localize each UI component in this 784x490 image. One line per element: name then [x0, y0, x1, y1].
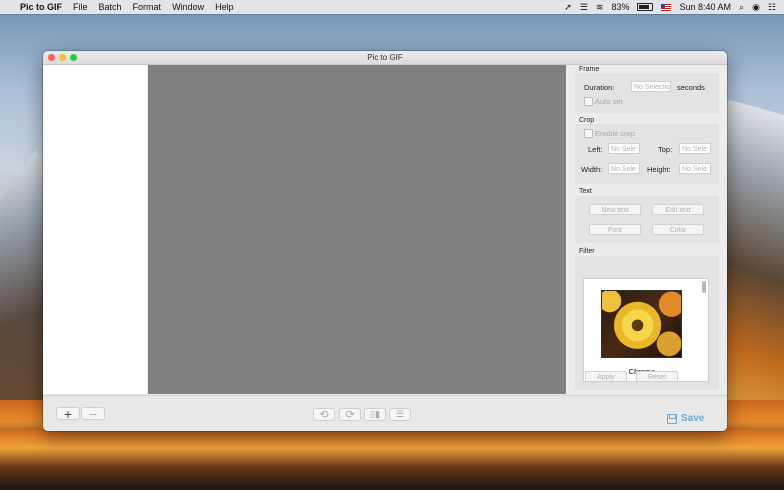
- input-source-flag-icon[interactable]: [661, 3, 672, 11]
- save-label: Save: [681, 413, 705, 424]
- crop-width-label: Width:: [581, 165, 603, 174]
- drive-icon[interactable]: ☰: [580, 2, 588, 13]
- user-account-icon[interactable]: ◉: [752, 2, 760, 13]
- crop-top-field[interactable]: No Sele: [679, 143, 711, 154]
- rotate-left-icon[interactable]: ⟲: [313, 408, 335, 421]
- save-button[interactable]: Save: [667, 413, 704, 424]
- menu-file[interactable]: File: [73, 2, 88, 12]
- duration-label: Duration:: [584, 83, 615, 92]
- window-title: Pic to GIF: [367, 53, 403, 62]
- bottom-toolbar: + − ⟲ ⟳ ▯▮ ☰ Save: [43, 395, 727, 431]
- new-text-button[interactable]: New text: [589, 204, 641, 215]
- text-section: New text Edit text Font Color: [575, 196, 719, 243]
- crop-left-field[interactable]: No Sele: [608, 143, 640, 154]
- clock[interactable]: Sun 8:40 AM: [679, 2, 731, 12]
- filter-thumbnail[interactable]: [601, 290, 682, 358]
- notification-center-icon[interactable]: ☷: [768, 2, 776, 13]
- frame-section-title: Frame: [579, 66, 600, 73]
- crop-left-label: Left:: [588, 145, 603, 154]
- battery-percent[interactable]: 83%: [611, 2, 629, 12]
- menu-batch[interactable]: Batch: [99, 2, 122, 12]
- filter-list[interactable]: Chrome: [583, 278, 709, 382]
- wifi-icon[interactable]: ≋: [596, 2, 604, 13]
- apply-filter-button[interactable]: Apply: [585, 371, 627, 382]
- crop-width-field[interactable]: No Sele: [608, 163, 640, 174]
- crop-height-field[interactable]: No Sele: [679, 163, 711, 174]
- remove-frame-button[interactable]: −: [81, 406, 105, 422]
- crop-top-label: Top:: [658, 145, 673, 154]
- close-button[interactable]: [48, 54, 55, 61]
- text-section-title: Text: [579, 188, 592, 195]
- menu-window[interactable]: Window: [172, 2, 204, 12]
- filter-scrollbar[interactable]: [702, 281, 706, 293]
- crop-section-title: Crop: [579, 117, 595, 124]
- add-frame-button[interactable]: +: [56, 406, 80, 422]
- image-preview[interactable]: [148, 65, 566, 394]
- duration-unit: seconds: [677, 83, 705, 92]
- flip-vertical-icon[interactable]: ☰: [389, 408, 411, 421]
- spotlight-search-icon[interactable]: ⌕: [739, 2, 744, 13]
- menu-app-name[interactable]: Pic to GIF: [20, 2, 62, 12]
- crop-height-label: Height:: [647, 165, 671, 174]
- frame-list-sidebar[interactable]: [43, 65, 147, 394]
- enable-crop-checkbox[interactable]: [584, 129, 593, 138]
- menu-bar: Pic to GIF File Batch Format Window Help…: [0, 0, 784, 14]
- edit-text-button[interactable]: Edit text: [652, 204, 704, 215]
- minimize-button[interactable]: [59, 54, 66, 61]
- menu-format[interactable]: Format: [133, 2, 162, 12]
- app-window: Pic to GIF Frame Duration: No Selection …: [43, 51, 727, 431]
- wallpaper-lake: [0, 430, 784, 490]
- inspector-panel: Frame Duration: No Selection seconds Aut…: [567, 65, 727, 394]
- reset-filter-button[interactable]: Reset: [636, 371, 678, 382]
- autoset-checkbox[interactable]: [584, 97, 593, 106]
- save-disk-icon: [667, 413, 677, 424]
- enable-crop-label: Enable crop: [595, 129, 636, 138]
- battery-icon[interactable]: [637, 3, 654, 11]
- font-button[interactable]: Font: [589, 224, 641, 235]
- menu-help[interactable]: Help: [215, 2, 234, 12]
- location-icon[interactable]: ➚: [564, 2, 572, 13]
- filter-section-title: Filter: [579, 248, 595, 255]
- autoset-label: Auto set: [595, 97, 623, 106]
- zoom-button[interactable]: [70, 54, 77, 61]
- rotate-right-icon[interactable]: ⟳: [339, 408, 361, 421]
- title-bar[interactable]: Pic to GIF: [43, 51, 727, 65]
- flip-horizontal-icon[interactable]: ▯▮: [364, 408, 386, 421]
- duration-field[interactable]: No Selection: [631, 81, 671, 92]
- frame-section: Duration: No Selection seconds Auto set: [575, 73, 719, 113]
- status-area: ➚ ☰ ≋ 83% Sun 8:40 AM ⌕ ◉ ☷: [564, 0, 776, 14]
- crop-section: Enable crop Left: No Sele Top: No Sele W…: [575, 124, 719, 184]
- color-button[interactable]: Color: [652, 224, 704, 235]
